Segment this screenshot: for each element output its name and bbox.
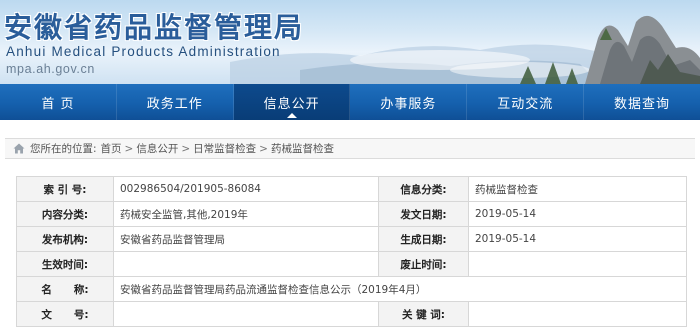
- table-row: 名 称: 安徽省药品监督管理局药品流通监督检查信息公示（2019年4月）: [16, 276, 687, 302]
- issuer-label: 发布机构:: [16, 226, 114, 252]
- document-number-label: 文 号:: [16, 301, 114, 327]
- breadcrumb-separator: >: [181, 142, 191, 155]
- table-row: 内容分类: 药械安全监管,其他,2019年 发文日期: 2019-05-14: [16, 201, 687, 227]
- site-title: 安徽省药品监督管理局: [4, 11, 305, 44]
- issuer-value: 安徽省药品监督管理局: [113, 226, 379, 252]
- table-row: 文 号: 关 键 词:: [16, 301, 687, 327]
- home-icon: [13, 143, 25, 154]
- breadcrumb-prefix: 您所在的位置:: [30, 143, 97, 155]
- nav-item-label: 办事服务: [380, 96, 437, 112]
- breadcrumb: 您所在的位置: 首页 > 信息公开 > 日常监督检查 > 药械监督检查: [5, 138, 695, 159]
- site-subtitle: Anhui Medical Products Administration: [6, 44, 281, 59]
- breadcrumb-item-info-disclosure[interactable]: 信息公开: [136, 141, 178, 156]
- keywords-label: 关 键 词:: [378, 301, 469, 327]
- site-url: mpa.ah.gov.cn: [6, 62, 95, 76]
- content-category-label: 内容分类:: [16, 201, 114, 227]
- breadcrumb-item-drug-device-inspection[interactable]: 药械监督检查: [271, 141, 334, 156]
- site-banner: 安徽省药品监督管理局 Anhui Medical Products Admini…: [0, 0, 700, 84]
- breadcrumb-item-daily-inspection[interactable]: 日常监督检查: [193, 141, 256, 156]
- index-number-value: 002986504/201905-86084: [113, 176, 379, 202]
- nav-item-label: 数据查询: [614, 96, 671, 112]
- nav-item-label: 信息公开: [263, 96, 320, 112]
- nav-item-label: 首 页: [41, 96, 75, 112]
- table-row: 发布机构: 安徽省药品监督管理局 生成日期: 2019-05-14: [16, 226, 687, 252]
- info-category-value: 药械监督检查: [468, 176, 687, 202]
- breadcrumb-item-home[interactable]: 首页: [101, 141, 122, 156]
- table-row: 生效时间: 废止时间:: [16, 251, 687, 277]
- repeal-time-value: [468, 251, 687, 277]
- nav-item-label: 互动交流: [497, 96, 554, 112]
- info-category-label: 信息分类:: [378, 176, 469, 202]
- nav-item-home[interactable]: 首 页: [0, 84, 117, 120]
- breadcrumb-separator: >: [124, 142, 134, 155]
- index-number-label: 索 引 号:: [16, 176, 114, 202]
- generate-date-label: 生成日期:: [378, 226, 469, 252]
- nav-item-data-query[interactable]: 数据查询: [584, 84, 700, 120]
- document-name-value: 安徽省药品监督管理局药品流通监督检查信息公示（2019年4月）: [113, 276, 687, 302]
- active-indicator-icon: [286, 113, 297, 118]
- document-info-table: 索 引 号: 002986504/201905-86084 信息分类: 药械监督…: [16, 176, 687, 327]
- nav-item-services[interactable]: 办事服务: [350, 84, 468, 120]
- nav-item-government-work[interactable]: 政务工作: [117, 84, 234, 120]
- keywords-value: [468, 301, 687, 327]
- effective-time-label: 生效时间:: [16, 251, 114, 277]
- effective-time-value: [113, 251, 379, 277]
- table-row: 索 引 号: 002986504/201905-86084 信息分类: 药械监督…: [16, 176, 687, 202]
- generate-date-value: 2019-05-14: [468, 226, 687, 252]
- repeal-time-label: 废止时间:: [378, 251, 469, 277]
- nav-item-info-disclosure[interactable]: 信息公开: [233, 84, 351, 120]
- nav-item-interaction[interactable]: 互动交流: [467, 84, 585, 120]
- content-category-value: 药械安全监管,其他,2019年: [113, 201, 379, 227]
- publish-date-value: 2019-05-14: [468, 201, 687, 227]
- publish-date-label: 发文日期:: [378, 201, 469, 227]
- document-name-label: 名 称:: [16, 276, 114, 302]
- nav-item-label: 政务工作: [146, 96, 203, 112]
- breadcrumb-separator: >: [259, 142, 268, 155]
- document-number-value: [113, 301, 379, 327]
- main-nav: 首 页 政务工作 信息公开 办事服务 互动交流 数据查询: [0, 84, 700, 120]
